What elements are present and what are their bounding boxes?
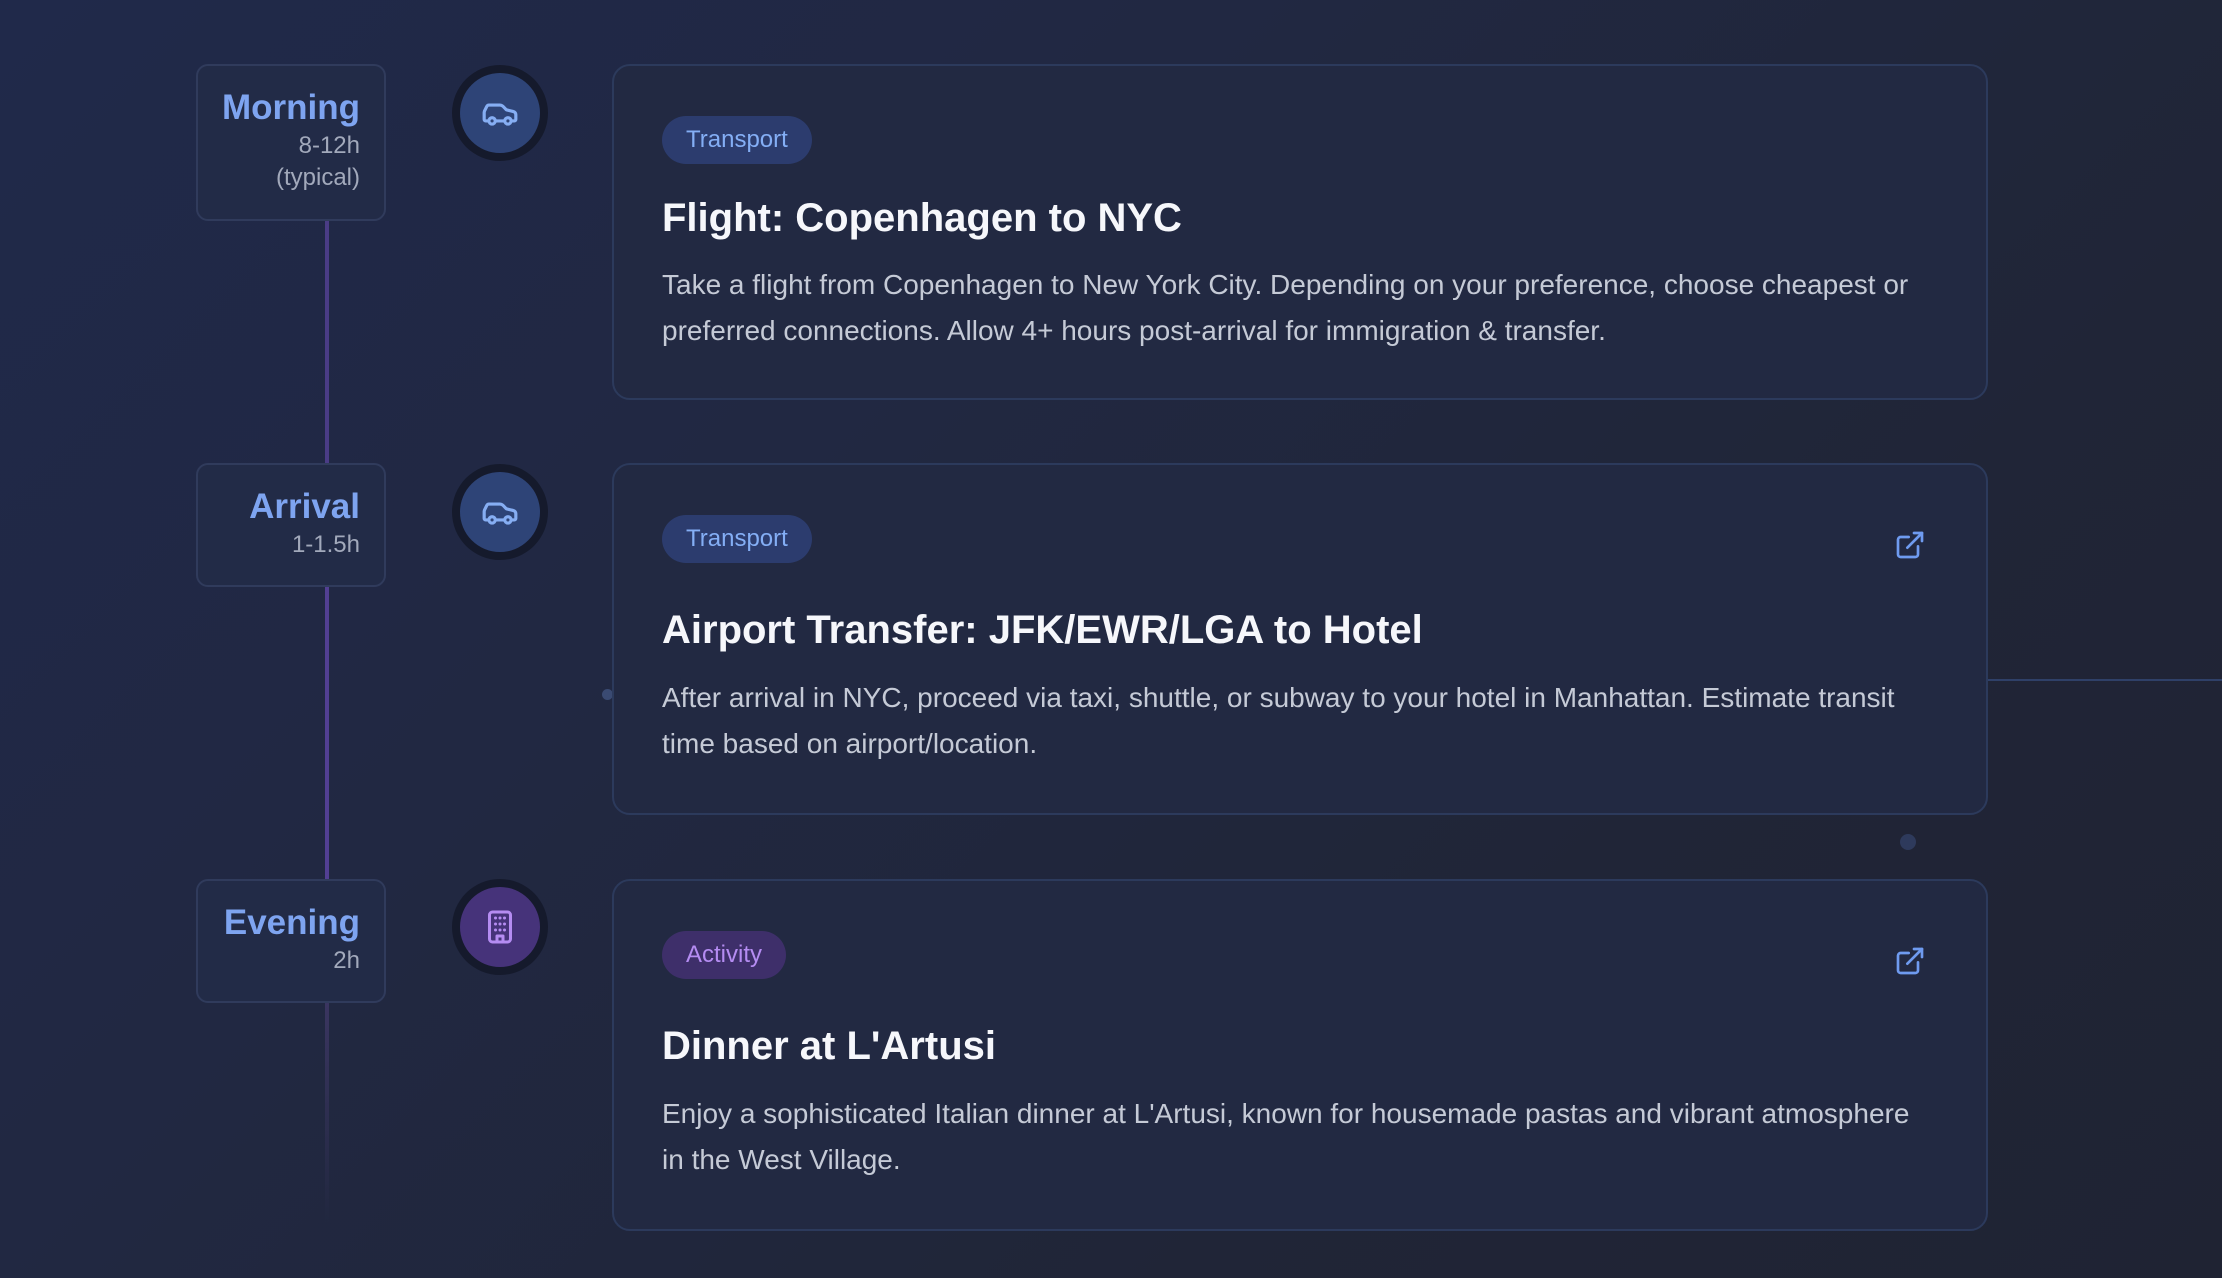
timeline-connector xyxy=(325,1002,329,1222)
decorative-dot xyxy=(1900,834,1916,850)
timeline-connector xyxy=(325,586,329,881)
duration-label: 1-1.5h xyxy=(291,531,360,558)
decorative-line xyxy=(1987,679,2222,681)
category-tag: Transport xyxy=(662,515,812,563)
time-slot-morning: Morning 8-12h (typical) xyxy=(196,64,386,221)
car-icon xyxy=(482,502,518,525)
time-label: Evening xyxy=(223,903,360,942)
itinerary-card[interactable]: Transport Flight: Copenhagen to NYC Take… xyxy=(612,64,1988,400)
card-title: Airport Transfer: JFK/EWR/LGA to Hotel xyxy=(662,608,1423,652)
card-description: After arrival in NYC, proceed via taxi, … xyxy=(662,682,1895,759)
time-label: Morning xyxy=(221,88,360,127)
itinerary-card[interactable]: Activity Dinner at L'Artusi Enjoy a soph… xyxy=(612,879,1988,1231)
card-title: Dinner at L'Artusi xyxy=(662,1024,996,1068)
card-title: Flight: Copenhagen to NYC xyxy=(662,196,1182,240)
category-tag: Activity xyxy=(662,931,787,979)
duration-label: 8-12h xyxy=(298,132,360,159)
timeline-node xyxy=(452,464,548,560)
itinerary-card[interactable]: Transport Airport Transfer: JFK/EWR/LGA … xyxy=(612,463,1988,815)
external-link-icon[interactable] xyxy=(1894,945,1926,977)
duration-note: (typical) xyxy=(275,164,360,191)
car-icon xyxy=(482,103,518,126)
time-label: Arrival xyxy=(249,487,360,526)
time-slot-evening: Evening 2h xyxy=(196,879,386,1003)
duration-label: 2h xyxy=(333,947,360,974)
category-tag: Transport xyxy=(662,116,812,164)
time-slot-arrival: Arrival 1-1.5h xyxy=(196,463,386,587)
timeline-connector xyxy=(325,220,329,465)
external-link-icon[interactable] xyxy=(1894,529,1926,561)
card-description: Take a flight from Copenhagen to New Yor… xyxy=(662,269,1909,346)
card-description: Enjoy a sophisticated Italian dinner at … xyxy=(662,1098,1910,1175)
timeline-node xyxy=(452,879,548,975)
building-icon xyxy=(488,910,512,944)
timeline-node xyxy=(452,65,548,161)
